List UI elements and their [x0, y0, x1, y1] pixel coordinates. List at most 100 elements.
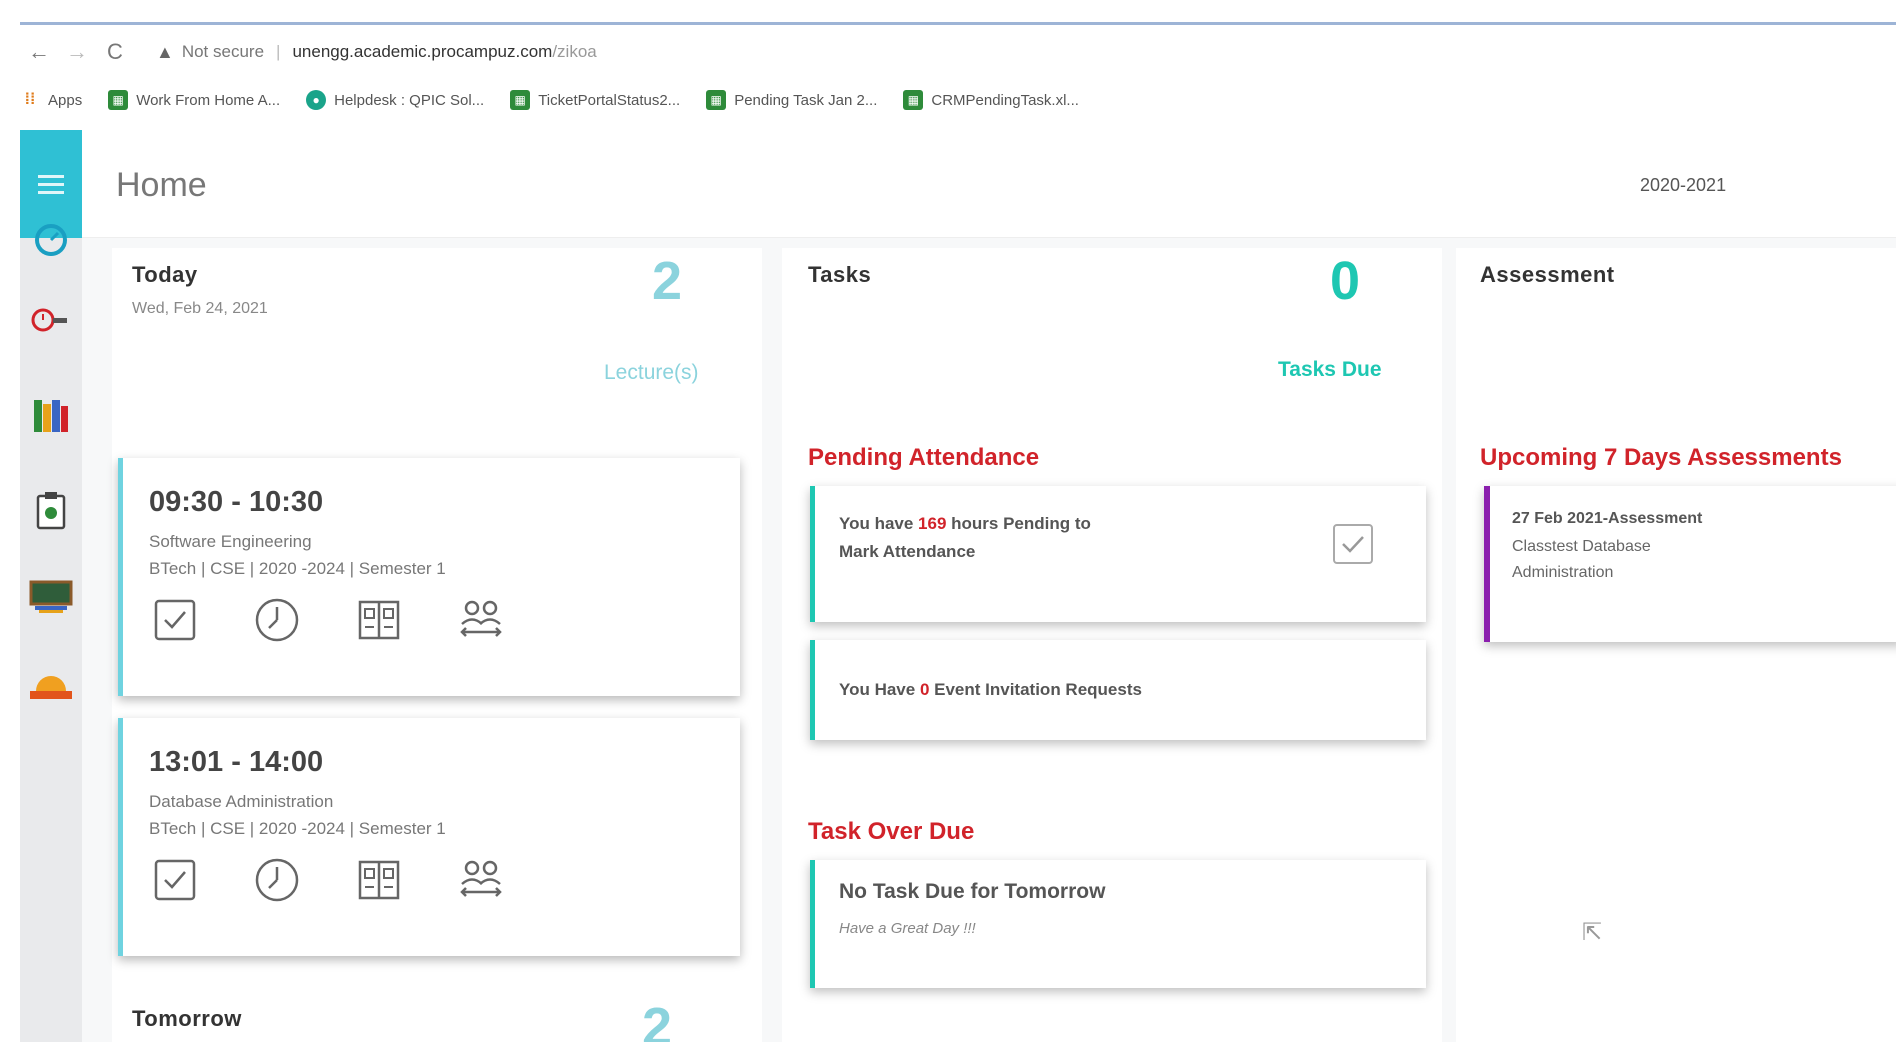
bookmark-label: Work From Home A...: [136, 91, 281, 109]
lecture-card[interactable]: 09:30 - 10:30 Software Engineering BTech…: [118, 458, 740, 696]
assessment-item-card[interactable]: 27 Feb 2021-Assessment Classtest Databas…: [1484, 486, 1896, 642]
mouse-cursor-icon: ⇱: [1582, 919, 1603, 946]
lecture-time: 09:30 - 10:30: [149, 486, 324, 518]
sunrise-icon: [30, 676, 72, 699]
address-separator: |: [276, 42, 281, 61]
lecture-count: 2: [652, 251, 683, 311]
assessment-subject-line-2: Administration: [1512, 564, 1614, 581]
great-day-text: Have a Great Day !!!: [839, 920, 976, 937]
sidebar-item-library[interactable]: [20, 386, 82, 446]
lecture-actions: [149, 596, 507, 644]
address-bar[interactable]: ← → C ▲ Not secure | unengg.academic.pro…: [20, 33, 1896, 71]
lecture-meta: BTech | CSE | 2020 -2024 | Semester 1: [149, 819, 446, 838]
lecture-count-label[interactable]: Lecture(s): [604, 361, 699, 385]
students-icon[interactable]: [455, 596, 507, 644]
clipboard-icon: [36, 492, 66, 530]
bookmarks-bar: ⁞⁞ Apps ▦ Work From Home A... ● Helpdesk…: [20, 84, 1896, 116]
back-button[interactable]: ←: [20, 39, 58, 65]
event-post: Event Invitation Requests: [929, 680, 1142, 699]
tasks-panel: Tasks 0 Tasks Due Pending Attendance You…: [782, 248, 1442, 1042]
upcoming-assessments-title: Upcoming 7 Days Assessments: [1480, 444, 1842, 471]
no-task-text: No Task Due for Tomorrow: [839, 880, 1106, 903]
pending-line2: Mark Attendance: [839, 542, 976, 561]
pending-post: hours Pending to: [946, 514, 1091, 533]
lecture-time: 13:01 - 14:00: [149, 746, 324, 778]
bookmark-helpdesk[interactable]: ● Helpdesk : QPIC Sol...: [306, 90, 484, 110]
bookmark-work-from-home[interactable]: ▦ Work From Home A...: [108, 90, 280, 110]
bookmark-label: Pending Task Jan 2...: [734, 91, 878, 109]
pending-pre: You have: [839, 514, 919, 533]
classroom-board-icon: [29, 580, 73, 613]
sidebar-item-classroom[interactable]: [20, 566, 82, 626]
today-title: Today: [132, 262, 198, 287]
bookmark-label: TicketPortalStatus2...: [538, 91, 681, 109]
academic-year-value: 2020-2021: [1640, 174, 1727, 195]
page-title: Home: [116, 166, 207, 204]
lecture-subject: Database Administration: [149, 792, 334, 811]
sheets-icon: ▦: [706, 90, 727, 110]
sheets-icon: ▦: [510, 90, 531, 110]
attendance-check-icon[interactable]: [149, 856, 201, 904]
browser-top-border: [20, 22, 1896, 25]
lecture-card[interactable]: 13:01 - 14:00 Database Administration BT…: [118, 718, 740, 956]
sheets-icon: ▦: [108, 90, 129, 110]
bookmark-apps[interactable]: ⁞⁞ Apps: [20, 90, 83, 110]
tasks-due-count: 0: [1330, 251, 1361, 311]
lesson-plan-icon[interactable]: [353, 856, 405, 904]
assessment-panel: Assessment Upcoming 7 Days Assessments 2…: [1456, 248, 1896, 1042]
pending-hours: 169: [918, 514, 947, 533]
tasks-title: Tasks: [808, 262, 872, 287]
clock-icon[interactable]: [251, 856, 303, 904]
lecture-subject: Software Engineering: [149, 532, 312, 551]
event-pre: You Have: [839, 680, 920, 699]
reload-button[interactable]: C: [96, 39, 134, 65]
url-path: /zikoa: [552, 42, 597, 61]
top-header: Home 2020-2021 ⌄: [82, 130, 1896, 238]
academic-year-select[interactable]: 2020-2021 ⌄: [1512, 168, 1892, 202]
assessment-date-line: 27 Feb 2021-Assessment: [1512, 510, 1703, 527]
pending-attendance-card[interactable]: You have 169 hours Pending to Mark Attend…: [810, 486, 1426, 622]
pending-attendance-text: You have 169 hours Pending to Mark Attend…: [839, 510, 1091, 566]
sidebar: [20, 130, 82, 1042]
sheets-icon: ▦: [903, 90, 924, 110]
sidebar-item-events[interactable]: [20, 654, 82, 714]
helpdesk-icon: ●: [306, 90, 327, 110]
forward-button[interactable]: →: [58, 39, 96, 65]
bookmark-label: Helpdesk : QPIC Sol...: [334, 91, 485, 109]
today-panel: Today Wed, Feb 24, 2021 2 Lecture(s) 09:…: [112, 248, 762, 1042]
check-icon: [1342, 536, 1364, 553]
sidebar-item-dashboard[interactable]: [20, 210, 82, 270]
bookmark-ticket-portal[interactable]: ▦ TicketPortalStatus2...: [510, 90, 680, 110]
sidebar-item-timer[interactable]: [20, 290, 82, 350]
clock-icon[interactable]: [251, 596, 303, 644]
lecture-meta: BTech | CSE | 2020 -2024 | Semester 1: [149, 559, 446, 578]
task-over-due-card[interactable]: No Task Due for Tomorrow Have a Great Da…: [810, 860, 1426, 988]
event-invitation-card[interactable]: You Have 0 Event Invitation Requests: [810, 640, 1426, 740]
hamburger-icon: [38, 182, 64, 186]
students-icon[interactable]: [455, 856, 507, 904]
security-label: Not secure: [181, 42, 265, 61]
stopwatch-key-icon: [31, 308, 67, 332]
tasks-due-label[interactable]: Tasks Due: [1278, 358, 1382, 382]
pending-attendance-title: Pending Attendance: [808, 444, 1040, 471]
assessment-subject-line: Classtest Database: [1512, 538, 1651, 555]
app-container: Home 2020-2021 ⌄ Today Wed, Feb 24, 2021…: [20, 130, 1896, 1042]
event-invitation-text: You Have 0 Event Invitation Requests: [839, 676, 1142, 704]
bookmark-crm-pending[interactable]: ▦ CRMPendingTask.xl...: [903, 90, 1079, 110]
books-icon: [34, 400, 68, 432]
tomorrow-lecture-count: 2: [642, 997, 673, 1042]
mark-attendance-checkbox[interactable]: [1333, 524, 1373, 564]
url-text[interactable]: unengg.academic.procampuz.com/zikoa: [292, 42, 596, 62]
assessment-title: Assessment: [1480, 262, 1615, 287]
attendance-check-icon[interactable]: [149, 596, 201, 644]
sidebar-item-tasks[interactable]: [20, 480, 82, 540]
lesson-plan-icon[interactable]: [353, 596, 405, 644]
event-count: 0: [919, 680, 930, 699]
dashboard-gauge-icon: [35, 224, 67, 256]
bookmark-pending-task[interactable]: ▦ Pending Task Jan 2...: [706, 90, 877, 110]
warning-icon: ▲: [156, 41, 174, 62]
lecture-actions: [149, 856, 507, 904]
bookmark-label: Apps: [48, 91, 83, 109]
url-host: unengg.academic.procampuz.com: [292, 42, 553, 61]
security-indicator[interactable]: ▲ Not secure: [156, 42, 264, 63]
